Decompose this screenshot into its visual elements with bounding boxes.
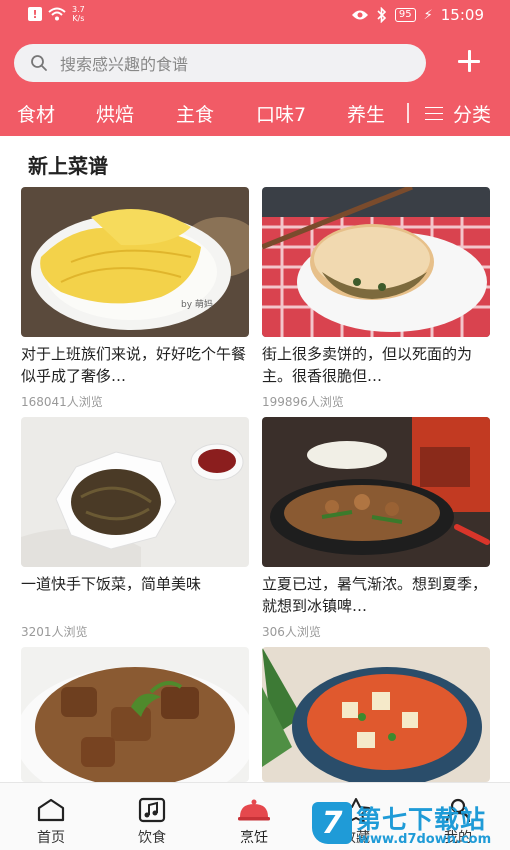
header: 搜索感兴趣的食谱 食材 烘焙 主食 口味7 养生 分类 [0,32,510,136]
recipe-image [262,187,490,337]
section-title: 新上菜谱 [28,154,108,178]
recipe-card[interactable]: 一道快手下饭菜，简单美味 3201人浏览 [21,417,249,640]
nav-cooking-label: 烹饪 [240,830,268,846]
music-note-icon [138,797,166,823]
watermark-url: www.d7down.com [358,832,492,847]
tab-category-1[interactable]: 食材 [17,100,55,127]
battery-level: 95 [394,8,416,22]
recipe-title: 街上很多卖饼的，但以死面的为主。很香很脆但… [262,345,473,385]
watermark-badge: 7 [312,802,352,844]
nav-home-label: 首页 [37,830,65,846]
category-tabs: 食材 烘焙 主食 口味7 养生 分类 [0,98,510,128]
menu-icon [425,106,443,121]
recipe-title: 立夏已过，暑气渐浓。想到夏季，就想到冰镇啤… [262,575,488,615]
recipe-image: by 萌妈 [21,187,249,337]
recipe-image [21,417,249,567]
nav-cooking[interactable]: 烹饪 [219,789,289,847]
recipe-title: 对于上班族们来说，好好吃个午餐似乎成了奢侈… [21,345,247,385]
tab-category-2[interactable]: 烘焙 [96,100,134,127]
watermark-title: 第七下载站 [356,805,487,834]
charging-icon: ⚡ [423,7,433,23]
category-divider [407,103,409,123]
tab-category-4[interactable]: 口味7 [256,100,306,127]
clock: 15:09 [440,6,484,24]
add-button[interactable] [454,46,484,76]
alert-icon: ! [28,7,42,21]
recipe-card[interactable]: 街上很多卖饼的，但以死面的为主。很香很脆但… 199896人浏览 [262,187,490,410]
recipe-image [262,417,490,567]
category-more-label: 分类 [453,104,492,126]
status-left: ! 3.7 K/s [28,5,85,23]
recipe-title: 一道快手下饭菜，简单美味 [21,575,202,593]
tab-category-5[interactable]: 养生 [347,100,385,127]
status-right: 95 ⚡ 15:09 [351,6,484,24]
eye-icon [351,10,368,20]
recipe-views: 3201人浏览 [21,625,88,639]
wifi-icon [48,7,66,21]
nav-home[interactable]: 首页 [16,789,86,847]
search-icon [31,55,47,71]
tab-category-3[interactable]: 主食 [176,100,214,127]
speed-unit: K/s [72,14,85,23]
category-more-button[interactable]: 分类 [425,100,491,127]
network-speed: 3.7 K/s [72,5,85,23]
recipe-views: 168041人浏览 [21,395,103,409]
recipe-image [21,647,249,782]
nav-diet-label: 饮食 [138,830,166,846]
recipe-image [262,647,490,782]
status-bar: ! 3.7 K/s 95 ⚡ 15:09 [0,0,510,32]
bluetooth-icon [377,7,387,23]
recipe-views: 199896人浏览 [262,395,344,409]
watermark-logo: 7 第七下载站 www.d7down.com [312,798,508,850]
image-caption: by 萌妈 [181,298,213,310]
recipe-card[interactable] [21,647,249,782]
recipe-views: 306人浏览 [262,625,321,639]
recipe-card[interactable] [262,647,490,782]
home-icon [37,798,65,822]
search-input[interactable]: 搜索感兴趣的食谱 [14,44,426,82]
speed-value: 3.7 [72,5,85,14]
cloche-icon [238,799,270,821]
search-placeholder: 搜索感兴趣的食谱 [60,55,189,74]
recipe-card[interactable]: by 萌妈 对于上班族们来说，好好吃个午餐似乎成了奢侈… 168041人浏览 [21,187,249,410]
nav-diet[interactable]: 饮食 [117,789,187,847]
recipe-card[interactable]: 立夏已过，暑气渐浓。想到夏季，就想到冰镇啤… 306人浏览 [262,417,490,640]
